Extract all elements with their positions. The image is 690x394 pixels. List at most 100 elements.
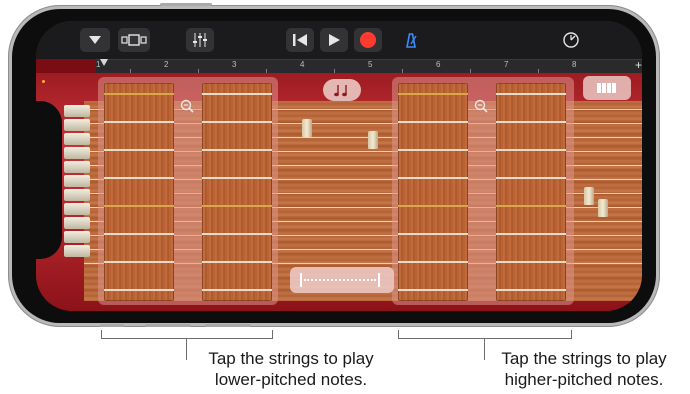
zoom-out-icon[interactable] (474, 99, 488, 113)
tuning-peg (64, 245, 90, 257)
notch (36, 101, 62, 259)
fret (104, 177, 174, 179)
slider-track (304, 279, 376, 281)
tuning-peg (64, 133, 90, 145)
tuning-peg (64, 161, 90, 173)
string-bridge (302, 119, 312, 137)
chevron-down-icon (89, 36, 101, 44)
fret (496, 121, 566, 123)
fret (398, 233, 468, 235)
fret (398, 205, 468, 207)
fret (496, 93, 566, 95)
string-bridge (368, 131, 378, 149)
string-bridge (598, 199, 608, 217)
ruler-mark: 4 (300, 60, 305, 69)
app-screen: 1 2 3 4 5 6 7 8 + (36, 21, 642, 311)
fret (202, 121, 272, 123)
mixer-icon (193, 33, 207, 47)
string-bridge (584, 187, 594, 205)
keys-view-button[interactable] (583, 76, 631, 100)
slider-left-handle[interactable] (300, 273, 302, 287)
left-callout-line1: Tap the strings to play (208, 349, 374, 368)
fretboard-left-1[interactable] (104, 83, 174, 301)
volume-button (205, 324, 251, 327)
playhead[interactable] (100, 59, 108, 66)
fret (202, 177, 272, 179)
ruler-mark: 6 (436, 60, 441, 69)
view-switch-icon (121, 34, 147, 46)
fret (202, 93, 272, 95)
tuning-peg (64, 105, 90, 117)
side-button (160, 3, 212, 6)
fret (104, 149, 174, 151)
fret (496, 205, 566, 207)
settings-button[interactable] (558, 28, 584, 52)
left-zone-bracket (101, 330, 273, 339)
record-icon (360, 32, 376, 48)
ruler-mark: 7 (504, 60, 509, 69)
fret (398, 177, 468, 179)
record-button[interactable] (354, 28, 382, 52)
rewind-button[interactable] (286, 28, 314, 52)
keys-icon (597, 83, 616, 93)
ruler-mark: 2 (164, 60, 169, 69)
right-zone-bracket (398, 330, 572, 339)
fretboard-left-2[interactable] (202, 83, 272, 301)
left-callout-line2: lower-pitched notes. (214, 370, 368, 389)
play-icon (329, 34, 340, 46)
fret (496, 261, 566, 263)
play-button[interactable] (320, 28, 348, 52)
fret (496, 177, 566, 179)
right-callout-line1: Tap the strings to play (501, 349, 667, 368)
recording-indicator (42, 80, 45, 83)
left-callout-text: Tap the strings to play lower-pitched no… (186, 348, 396, 390)
fretboard-right-2[interactable] (496, 83, 566, 301)
ruler-mark: 3 (232, 60, 237, 69)
control-bar (36, 21, 642, 59)
settings-icon (563, 32, 579, 48)
fret (202, 261, 272, 263)
fret (398, 261, 468, 263)
fret (398, 93, 468, 95)
tuning-peg (64, 231, 90, 243)
fret (202, 205, 272, 207)
notes-mode-button[interactable] (323, 79, 361, 101)
music-notes-icon (334, 85, 347, 97)
rewind-icon (293, 34, 307, 46)
fret (496, 149, 566, 151)
ruler-mark: 5 (368, 60, 373, 69)
tuning-peg (64, 217, 90, 229)
mixer-button[interactable] (186, 28, 214, 52)
fret (104, 233, 174, 235)
fret (496, 233, 566, 235)
fret (398, 121, 468, 123)
fret (104, 289, 174, 291)
volume-button (145, 324, 191, 327)
tuning-peg (64, 147, 90, 159)
right-callout-line2: higher-pitched notes. (504, 370, 664, 389)
metronome-icon (406, 33, 417, 48)
metronome-button[interactable] (398, 28, 424, 52)
fretboard-right-1[interactable] (398, 83, 468, 301)
fret (202, 289, 272, 291)
fret (202, 233, 272, 235)
tuning-peg (64, 175, 90, 187)
zoom-out-icon[interactable] (180, 99, 194, 113)
fret (202, 149, 272, 151)
fret (104, 93, 174, 95)
fret (398, 289, 468, 291)
fret (398, 149, 468, 151)
string-range-slider[interactable] (290, 267, 394, 293)
slider-right-handle[interactable] (378, 273, 380, 287)
browser-button[interactable] (80, 28, 110, 52)
ruler-mark: 8 (572, 60, 577, 69)
timeline-ruler[interactable]: 1 2 3 4 5 6 7 8 + (96, 58, 642, 74)
tuning-peg (64, 189, 90, 201)
right-callout-text: Tap the strings to play higher-pitched n… (482, 348, 686, 390)
fret (104, 205, 174, 207)
tuning-peg (64, 119, 90, 131)
fret (104, 121, 174, 123)
fret (496, 289, 566, 291)
view-button[interactable] (118, 28, 150, 52)
add-section-button[interactable]: + (635, 58, 642, 72)
